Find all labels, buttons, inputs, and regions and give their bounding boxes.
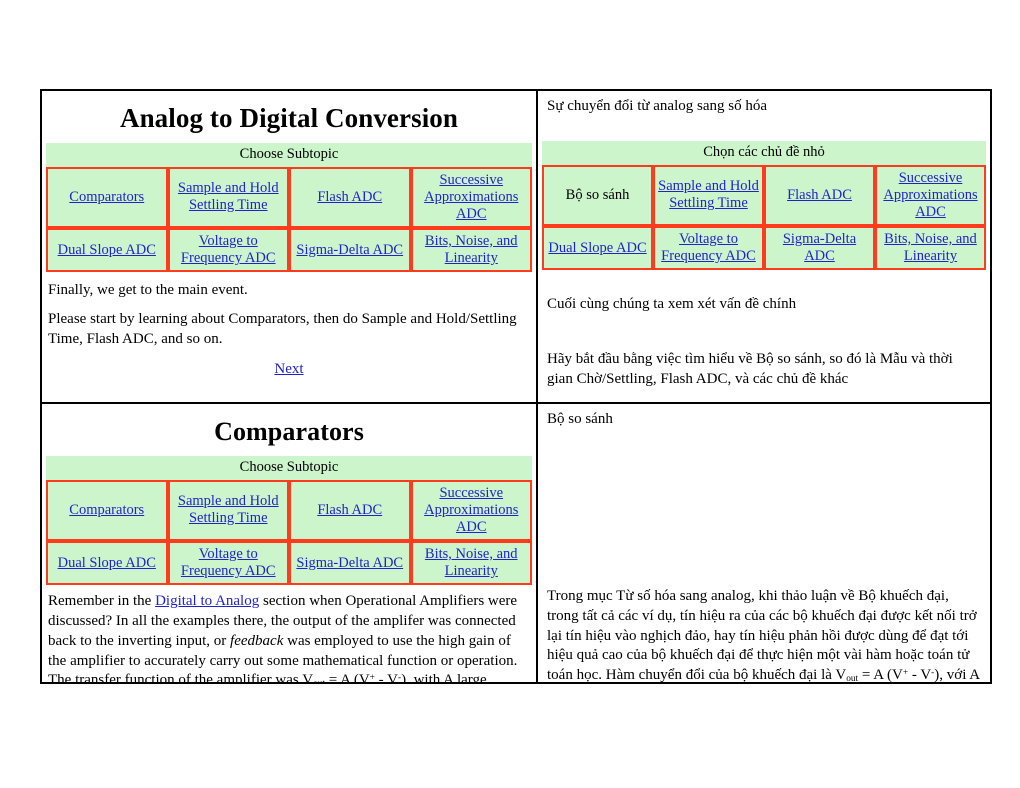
choose-subtopic-label-en: Choose Subtopic — [46, 143, 532, 167]
intro-paragraph-1: Finally, we get to the main event. — [48, 282, 248, 299]
subtopic-cell-flash-adc-2[interactable]: Flash ADC — [289, 479, 411, 541]
link-sample-and-hold-settling-time-vi[interactable]: Sample and Hold Settling Time — [658, 178, 759, 211]
subtopic-cell-dual-slope-adc[interactable]: Dual Slope ADC — [46, 228, 168, 273]
subtopic-cell-sigma-delta-adc-2[interactable]: Sigma-Delta ADC — [289, 541, 411, 586]
section-analog-to-digital-conversion: Analog to Digital Conversion Choose Subt… — [42, 91, 990, 402]
link-flash-adc[interactable]: Flash ADC — [317, 189, 382, 205]
table-row: Comparators Sample and Hold Settling Tim… — [46, 479, 532, 541]
formula-equals: = A (V — [324, 672, 370, 682]
page-title-comparators-vi: Bộ so sánh — [547, 411, 613, 427]
formula-v-vi: V — [835, 667, 847, 682]
page-title-adc-vi: Sự chuyển đổi từ analog sang số hóa — [547, 98, 767, 114]
subtopic-cell-successive-approximations-adc-2[interactable]: Successive Approximations ADC — [410, 479, 532, 541]
link-sigma-delta-adc[interactable]: Sigma-Delta ADC — [296, 242, 403, 258]
subtopic-cell-successive-approximations-adc-vi[interactable]: Successive Approximations ADC — [875, 164, 986, 226]
link-dual-slope-adc[interactable]: Dual Slope ADC — [58, 242, 156, 258]
subtopic-cell-sample-and-hold-vi[interactable]: Sample and Hold Settling Time — [653, 164, 764, 226]
link-voltage-to-frequency-adc[interactable]: Voltage to Frequency ADC — [181, 233, 276, 266]
choose-subtopic-label-vi: Chọn các chủ đề nhỏ — [542, 141, 986, 165]
link-comparators-2[interactable]: Comparators — [69, 502, 144, 518]
formula-subscript-out-vi: out — [846, 674, 859, 682]
english-pane-adc: Analog to Digital Conversion Choose Subt… — [42, 91, 538, 402]
formula-minus-v-vi: - V — [908, 667, 932, 682]
subtopic-cell-dual-slope-adc-vi[interactable]: Dual Slope ADC — [542, 226, 653, 271]
subtopic-cell-voltage-to-frequency-adc[interactable]: Voltage to Frequency ADC — [167, 228, 289, 273]
link-flash-adc-vi[interactable]: Flash ADC — [787, 187, 852, 203]
subtopic-table-en: Comparators Sample and Hold Settling Tim… — [46, 166, 532, 273]
formula-minus-v: - V — [374, 672, 398, 682]
subtopic-cell-comparators[interactable]: Comparators — [46, 166, 168, 228]
formula-equals-vi: = A (V — [858, 667, 903, 682]
subtopic-nav-adc-en: Choose Subtopic Comparators Sample and H… — [42, 143, 536, 273]
comparators-body-en: Remember in the Digital to Analog sectio… — [48, 592, 530, 682]
link-successive-approximations-adc-2[interactable]: Successive Approximations ADC — [424, 485, 518, 535]
comparators-body-vi: Trong mục Từ số hóa sang analog, khi thả… — [547, 587, 982, 682]
subtopic-cell-successive-approximations-adc[interactable]: Successive Approximations ADC — [410, 166, 532, 228]
link-sigma-delta-adc-2[interactable]: Sigma-Delta ADC — [296, 555, 403, 571]
link-digital-to-analog[interactable]: Digital to Analog — [155, 593, 259, 609]
page-frame: Analog to Digital Conversion Choose Subt… — [40, 89, 992, 684]
subtopic-cell-bo-so-sanh: Bộ so sánh — [542, 164, 653, 226]
link-successive-approximations-adc-vi[interactable]: Successive Approximations ADC — [883, 170, 977, 220]
label-bo-so-sanh: Bộ so sánh — [565, 186, 630, 203]
next-nav: Next — [42, 361, 536, 378]
subtopic-cell-voltage-to-frequency-adc-vi[interactable]: Voltage to Frequency ADC — [653, 226, 764, 271]
link-sample-and-hold-settling-time-2[interactable]: Sample and Hold Settling Time — [178, 493, 279, 526]
vietnamese-pane-comparators: Bộ so sánh Trong mục Từ số hóa sang anal… — [538, 404, 990, 682]
formula-subscript-out: out — [313, 679, 325, 682]
vietnamese-pane-adc: Sự chuyển đổi từ analog sang số hóa Chọn… — [538, 91, 990, 402]
subtopic-table-vi: Bộ so sánh Sample and Hold Settling Time… — [542, 164, 986, 271]
subtopic-cell-sigma-delta-adc[interactable]: Sigma-Delta ADC — [289, 228, 411, 273]
subtopic-cell-sigma-delta-adc-vi[interactable]: Sigma-Delta ADC — [764, 226, 875, 271]
intro-paragraph-2-vi: Hãy bắt đầu bằng việc tìm hiểu về Bộ so … — [547, 351, 953, 387]
table-row: Comparators Sample and Hold Settling Tim… — [46, 166, 532, 228]
link-sigma-delta-adc-vi[interactable]: Sigma-Delta ADC — [783, 231, 856, 264]
body-text-before-link: Remember in the — [48, 593, 156, 610]
subtopic-cell-voltage-to-frequency-adc-2[interactable]: Voltage to Frequency ADC — [167, 541, 289, 586]
link-bits-noise-and-linearity-2[interactable]: Bits, Noise, and Linearity — [425, 546, 518, 579]
intro-paragraph-2: Please start by learning about Comparato… — [48, 311, 517, 347]
link-flash-adc-2[interactable]: Flash ADC — [317, 502, 382, 518]
choose-subtopic-label-comparators-en: Choose Subtopic — [46, 456, 532, 480]
subtopic-cell-dual-slope-adc-2[interactable]: Dual Slope ADC — [46, 541, 168, 586]
subtopic-nav-comparators-en: Choose Subtopic Comparators Sample and H… — [42, 456, 536, 586]
page-title-adc: Analog to Digital Conversion — [119, 103, 459, 133]
subtopic-cell-flash-adc[interactable]: Flash ADC — [289, 166, 411, 228]
formula-close: ), — [401, 672, 410, 682]
formula-v: V — [302, 672, 314, 682]
link-voltage-to-frequency-adc-vi[interactable]: Voltage to Frequency ADC — [661, 231, 756, 264]
table-row: Dual Slope ADC Voltage to Frequency ADC … — [46, 228, 532, 273]
link-sample-and-hold-settling-time[interactable]: Sample and Hold Settling Time — [178, 180, 279, 213]
subtopic-cell-sample-and-hold[interactable]: Sample and Hold Settling Time — [167, 166, 289, 228]
subtopic-cell-bits-noise-and-linearity[interactable]: Bits, Noise, and Linearity — [410, 228, 532, 273]
next-link[interactable]: Next — [274, 361, 303, 377]
link-bits-noise-and-linearity-vi[interactable]: Bits, Noise, and Linearity — [884, 231, 977, 264]
subtopic-table-comparators-en: Comparators Sample and Hold Settling Tim… — [46, 479, 532, 586]
link-successive-approximations-adc[interactable]: Successive Approximations ADC — [424, 172, 518, 222]
table-row: Dual Slope ADC Voltage to Frequency ADC … — [46, 541, 532, 586]
link-bits-noise-and-linearity[interactable]: Bits, Noise, and Linearity — [425, 233, 518, 266]
intro-paragraph-1-vi: Cuối cùng chúng ta xem xét vấn đề chính — [547, 296, 797, 313]
english-pane-comparators: Comparators Choose Subtopic Comparators … — [42, 404, 538, 682]
subtopic-cell-comparators-2[interactable]: Comparators — [46, 479, 168, 541]
body-emphasis-feedback: feedback — [230, 632, 284, 649]
link-comparators[interactable]: Comparators — [69, 189, 144, 205]
subtopic-cell-flash-adc-vi[interactable]: Flash ADC — [764, 164, 875, 226]
link-voltage-to-frequency-adc-2[interactable]: Voltage to Frequency ADC — [181, 546, 276, 579]
link-dual-slope-adc-vi[interactable]: Dual Slope ADC — [548, 240, 646, 256]
link-dual-slope-adc-2[interactable]: Dual Slope ADC — [58, 555, 156, 571]
subtopic-cell-sample-and-hold-2[interactable]: Sample and Hold Settling Time — [167, 479, 289, 541]
subtopic-cell-bits-noise-and-linearity-vi[interactable]: Bits, Noise, and Linearity — [875, 226, 986, 271]
page-title-comparators: Comparators — [214, 417, 364, 446]
formula-close-vi: ), — [934, 667, 944, 682]
subtopic-cell-bits-noise-and-linearity-2[interactable]: Bits, Noise, and Linearity — [410, 541, 532, 586]
table-row: Bộ so sánh Sample and Hold Settling Time… — [542, 164, 986, 226]
subtopic-nav-adc-vi: Chọn các chủ đề nhỏ Bộ so sánh Sample an… — [538, 141, 990, 271]
table-row: Dual Slope ADC Voltage to Frequency ADC … — [542, 226, 986, 271]
section-comparators: Comparators Choose Subtopic Comparators … — [42, 402, 990, 682]
